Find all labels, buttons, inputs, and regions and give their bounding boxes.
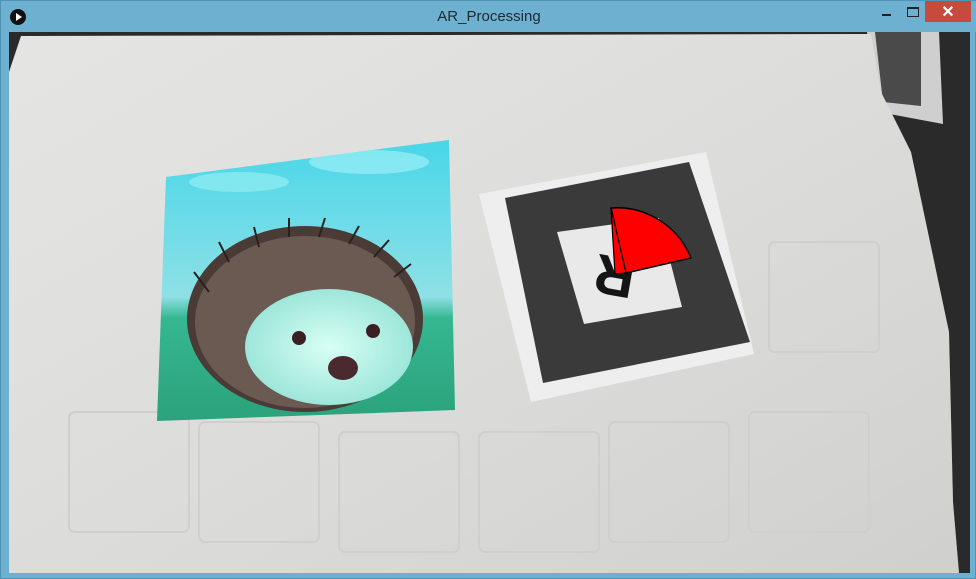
app-window: AR_Processing ✕ R xyxy=(0,0,976,579)
close-button[interactable]: ✕ xyxy=(925,1,971,22)
ar-marker: R xyxy=(505,162,750,383)
close-icon: ✕ xyxy=(941,4,955,21)
minimize-button[interactable] xyxy=(869,1,903,22)
camera-view: R xyxy=(9,32,970,573)
window-title: AR_Processing xyxy=(437,8,541,25)
maximize-button[interactable] xyxy=(899,1,927,22)
title-bar[interactable]: AR_Processing ✕ xyxy=(1,1,976,32)
